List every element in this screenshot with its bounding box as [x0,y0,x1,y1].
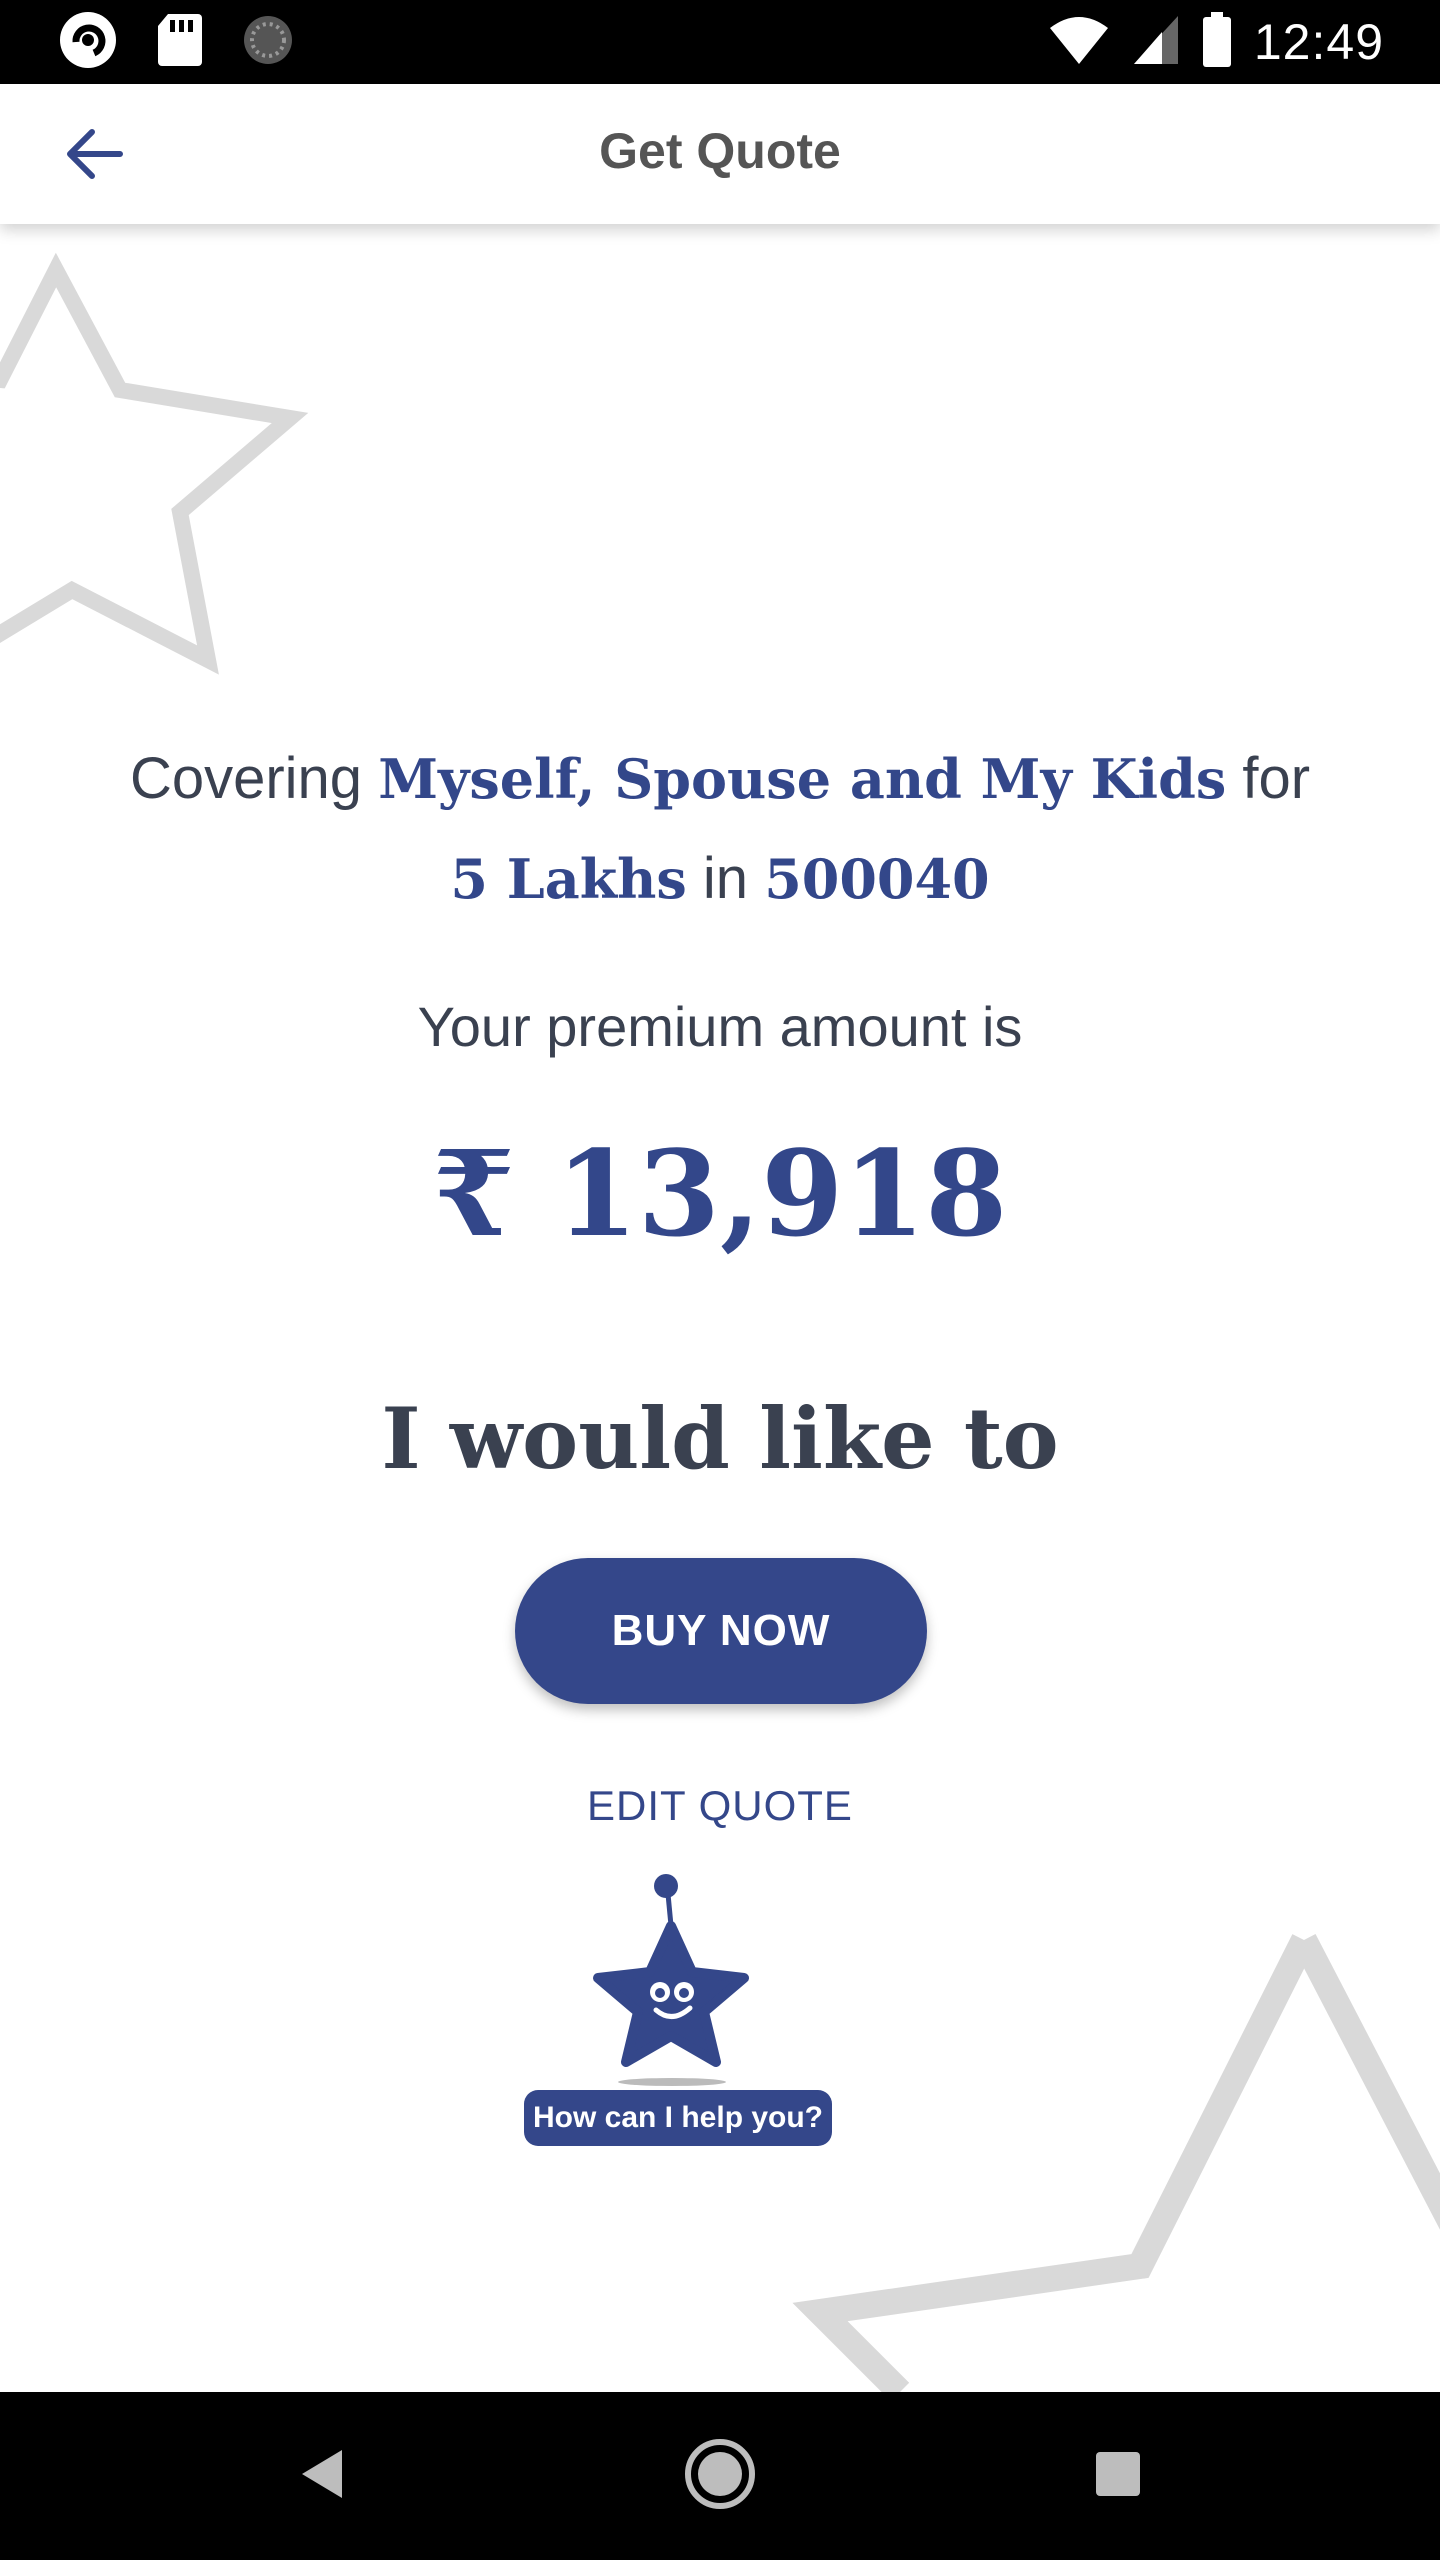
sd-card-icon [156,12,204,73]
app-notification-icon [56,8,120,77]
nav-home-button[interactable] [670,2426,770,2526]
status-right-icons: 12:49 [1048,10,1384,74]
wifi-icon [1048,14,1110,71]
status-time: 12:49 [1253,14,1384,70]
assistant-mascot[interactable] [586,1856,776,2096]
mascot-star-icon [593,1874,749,2086]
status-bar: 12:49 [0,0,1440,84]
status-left-icons [56,10,296,74]
sync-icon [240,12,296,73]
in-word: in [702,846,749,911]
covered-members: Myself, Spouse and My Kids [378,747,1227,811]
buy-now-button[interactable]: BUY NOW [515,1558,927,1704]
app-bar: Get Quote [0,84,1440,224]
nav-recents-button[interactable] [1068,2426,1168,2526]
sum-insured: 5 Lakhs [450,847,687,911]
recents-square-icon [1094,2450,1142,2503]
covering-prefix: Covering [129,746,363,811]
action-heading: I would like to [381,1389,1059,1488]
premium-amount: ₹ 13,918 [432,1124,1008,1263]
system-navigation-bar [0,2392,1440,2560]
premium-label: Your premium amount is [417,995,1023,1058]
back-triangle-icon [298,2448,346,2505]
battery-icon [1202,11,1232,73]
edit-quote-link[interactable]: EDIT QUOTE [560,1782,880,1830]
home-circle-icon [684,2438,756,2515]
pincode: 500040 [764,847,990,911]
coverage-summary: Covering Myself, Spouse and My Kids for … [80,729,1360,929]
nav-back-button[interactable] [272,2426,372,2526]
help-chat-button[interactable]: How can I help you? [524,2090,832,2146]
for-word: for [1242,746,1311,811]
page-title: Get Quote [599,123,841,179]
cell-signal-icon [1132,14,1180,71]
